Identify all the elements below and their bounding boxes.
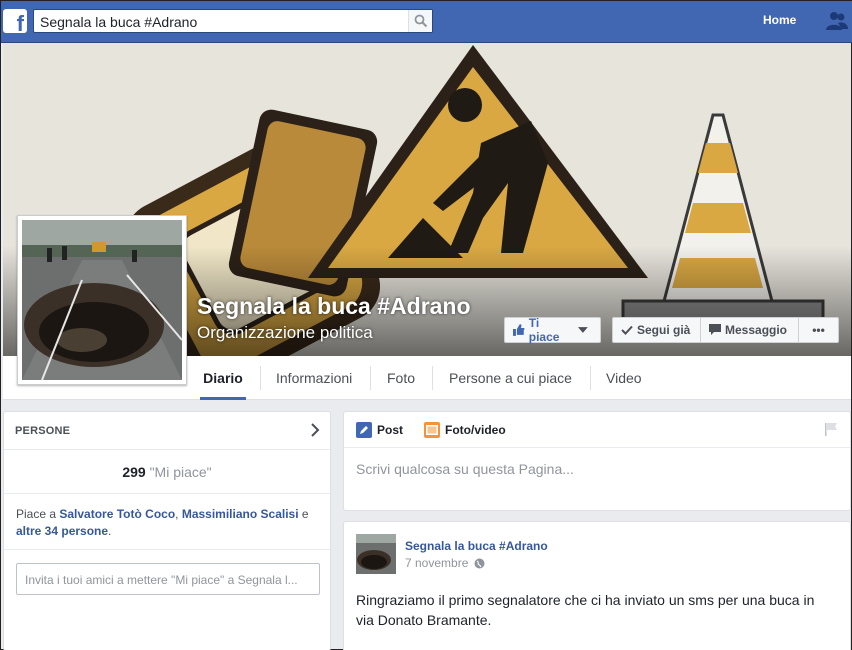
tab-persone[interactable]: Persone a cui piace	[449, 356, 572, 400]
friends-prefix: Piace a	[16, 507, 60, 521]
tab-post-label: Post	[377, 423, 404, 437]
tab-informazioni[interactable]: Informazioni	[276, 356, 352, 400]
separator: .	[108, 524, 112, 538]
home-link[interactable]: Home	[763, 13, 796, 27]
likes-count: 299	[122, 464, 146, 480]
search-value: Segnala la buca #Adrano	[40, 14, 198, 30]
tab-post[interactable]: Post	[356, 422, 403, 438]
invite-friends-input[interactable]: Invita i tuoi amici a mettere "Mi piace"…	[16, 563, 320, 595]
people-title: PERSONE	[15, 425, 71, 437]
facebook-logo-icon[interactable]: f	[3, 9, 27, 33]
profile-picture[interactable]	[17, 215, 187, 385]
pothole-photo	[22, 220, 182, 380]
message-icon	[709, 324, 721, 335]
friend-link[interactable]: Salvatore Totò Coco	[59, 507, 175, 521]
tab-divider	[590, 366, 591, 390]
more-options-button[interactable]: •••	[799, 317, 839, 343]
top-bar: f Segnala la buca #Adrano Home	[1, 1, 852, 43]
page-title[interactable]: Segnala la buca #Adrano	[197, 293, 471, 320]
friends-who-like: Piace a Salvatore Totò Coco, Massimilian…	[4, 494, 330, 550]
tab-divider	[260, 366, 261, 390]
separator: ,	[175, 507, 182, 521]
tab-divider	[432, 366, 433, 390]
post-text: Ringraziamo il primo segnalatore che ci …	[356, 592, 815, 628]
tab-video[interactable]: Video	[606, 356, 642, 400]
search-button[interactable]	[408, 10, 432, 32]
like-button-label: Ti piace	[528, 316, 560, 344]
tab-photo-label: Foto/video	[445, 423, 506, 437]
message-button[interactable]: Messaggio	[701, 317, 799, 343]
others-link[interactable]: altre 34 persone	[16, 524, 108, 538]
check-icon	[621, 325, 633, 335]
photo-icon	[424, 422, 440, 438]
post-timestamp[interactable]: 7 novembre	[405, 556, 485, 570]
composer-tabs: Post Foto/video	[344, 412, 850, 448]
friend-link[interactable]: Massimiliano Scalisi	[182, 507, 299, 521]
chevron-down-icon	[578, 327, 588, 333]
friend-requests-icon[interactable]	[825, 10, 849, 32]
likes-label: "Mi piace"	[149, 464, 212, 480]
chevron-right-icon[interactable]	[310, 422, 320, 438]
tab-divider	[370, 366, 371, 390]
avatar[interactable]	[356, 534, 396, 574]
post-date: 7 novembre	[405, 556, 469, 570]
more-icon: •••	[812, 323, 825, 337]
thumbs-up-icon	[513, 324, 525, 336]
tab-foto[interactable]: Foto	[387, 356, 415, 400]
post-author[interactable]: Segnala la buca #Adrano	[405, 539, 548, 553]
pencil-icon	[356, 422, 372, 438]
separator: e	[298, 507, 309, 521]
likes-summary[interactable]: 299 "Mi piace"	[4, 450, 330, 494]
search-icon	[414, 14, 428, 28]
flag-icon[interactable]	[824, 422, 838, 436]
page-actions: Segui già Messaggio •••	[612, 317, 839, 343]
globe-icon	[474, 558, 485, 568]
like-button[interactable]: Ti piace	[504, 316, 601, 344]
composer-input[interactable]: Scrivi qualcosa su questa Pagina...	[356, 461, 574, 477]
follow-button-label: Segui già	[637, 323, 691, 337]
people-header[interactable]: PERSONE	[4, 412, 330, 450]
follow-button[interactable]: Segui già	[612, 317, 701, 343]
tab-photo-video[interactable]: Foto/video	[424, 422, 506, 438]
page-category[interactable]: Organizzazione politica	[197, 323, 373, 343]
tab-diario[interactable]: Diario	[200, 356, 246, 400]
composer: Post Foto/video Scrivi qualcosa su quest…	[343, 411, 851, 511]
search-input[interactable]: Segnala la buca #Adrano	[33, 9, 433, 33]
people-card: PERSONE 299 "Mi piace" Piace a Salvatore…	[3, 411, 331, 650]
timeline-post: Segnala la buca #Adrano 7 novembre Ringr…	[343, 521, 851, 650]
message-button-label: Messaggio	[725, 323, 788, 337]
